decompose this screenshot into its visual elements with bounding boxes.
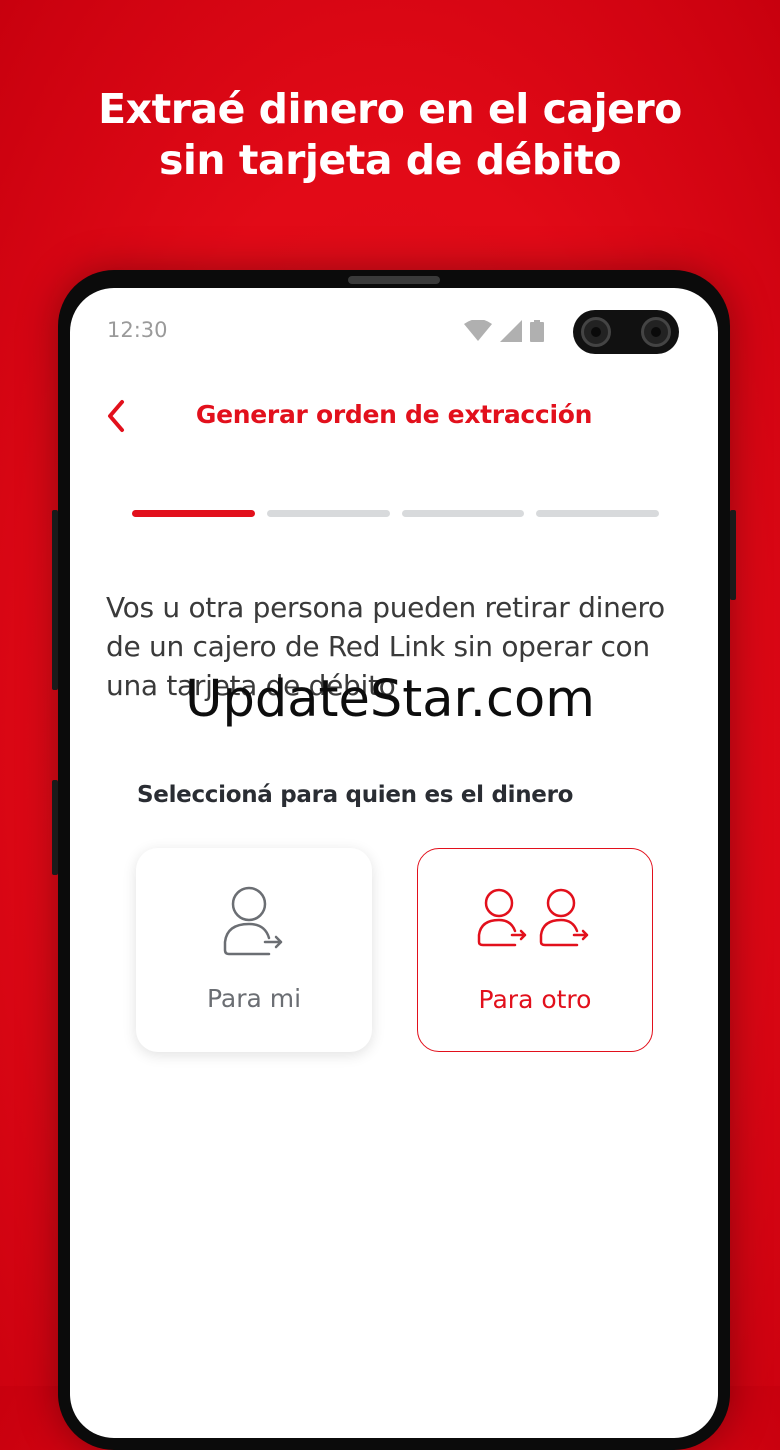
progress-step-2 [266,510,390,517]
phone-frame: 12:30 Generar orden de extracción Vos u … [52,270,736,1450]
promo-headline: Extraé dinero en el cajero sin tarjeta d… [0,84,780,186]
phone-side-button [730,510,736,600]
wifi-icon [464,320,492,341]
status-icons [464,320,544,342]
signal-icon [500,320,522,342]
phone-speaker [348,276,440,284]
progress-step-1 [132,510,255,517]
description-line: Vos u otra persona pueden retirar dinero [106,591,665,624]
promo-headline-line2: sin tarjeta de débito [158,136,622,184]
option-para-mi[interactable]: Para mi [136,848,372,1052]
camera-lens [581,317,611,347]
person-arrow-icon [136,886,372,958]
option-label: Para otro [478,985,592,1014]
promo-headline-line1: Extraé dinero en el cajero [98,85,682,133]
progress-step-3 [401,510,525,517]
status-time: 12:30 [107,318,168,342]
select-recipient-label: Seleccioná para quien es el dinero [137,782,574,808]
phone-side-button [52,510,58,690]
battery-icon [530,320,544,342]
camera-lens [641,317,671,347]
phone-side-button [52,780,58,875]
step-progress [132,510,659,517]
phone-screen: 12:30 Generar orden de extracción Vos u … [70,288,718,1438]
progress-step-4 [536,510,659,517]
two-persons-arrow-icon [418,887,652,949]
description-line: de un cajero de Red Link sin operar con [106,630,650,663]
page-title: Generar orden de extracción [195,400,593,429]
camera-cutout [573,310,679,354]
description-line: una tarjeta de débito [106,669,396,702]
option-label: Para mi [206,984,302,1013]
option-para-otro[interactable]: Para otro [417,848,653,1052]
description-text: Vos u otra persona pueden retirar dinero… [106,588,686,705]
